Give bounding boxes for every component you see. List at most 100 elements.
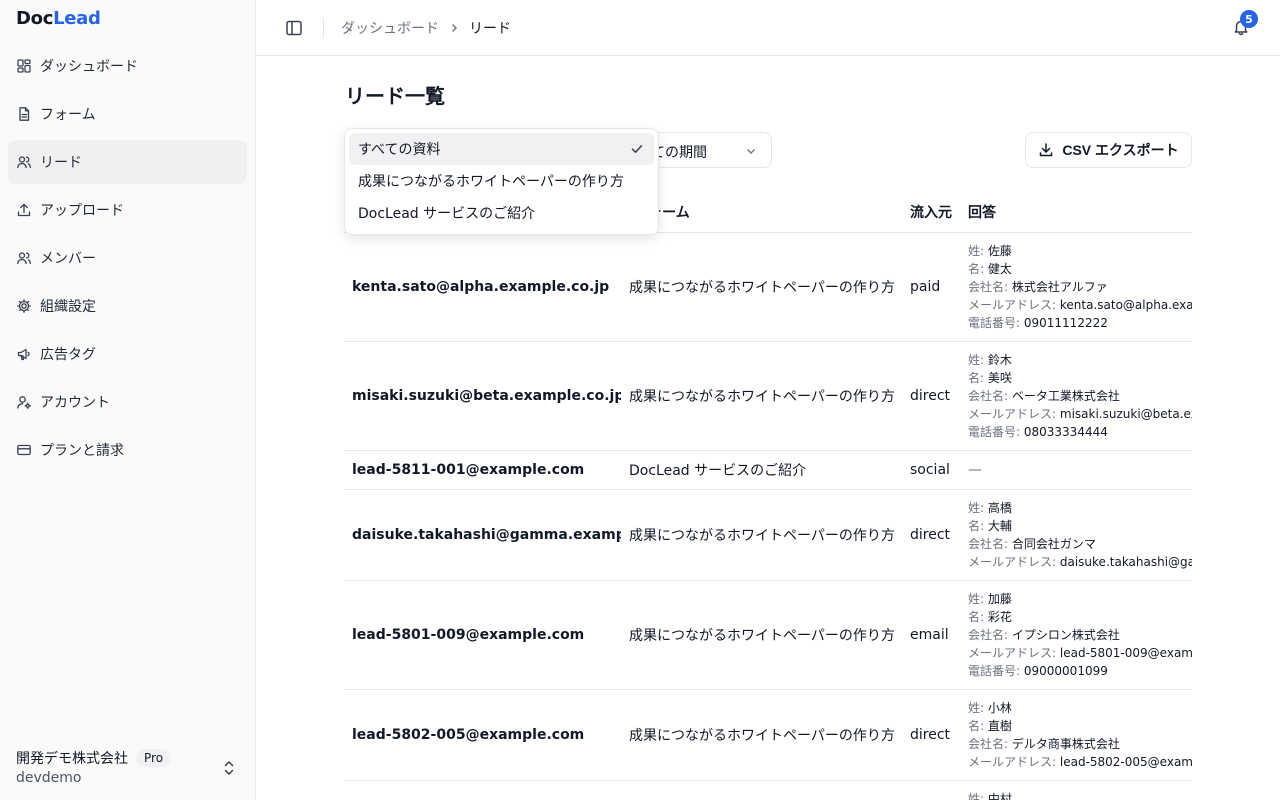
table-row[interactable]: lead-5802-005@example.com 成果につながるホワイトペーパー… [344, 689, 1192, 781]
lead-email: lead-5801-001@example.com [344, 780, 621, 800]
answer-key: 名: [968, 370, 985, 385]
sidebar-item-3[interactable]: アップロード [8, 188, 247, 232]
sidebar-item-8[interactable]: プランと請求 [8, 428, 247, 472]
lead-answers: 姓: 中村名: 結衣 [960, 780, 1192, 800]
breadcrumb: ダッシュボード リード [341, 18, 511, 38]
answer-line: 姓: 高橋 [968, 499, 1192, 517]
answer-value: misaki.suzuki@beta.example.co.jp [1059, 406, 1192, 421]
answer-key: 姓: [968, 243, 985, 258]
lead-source: email [902, 580, 960, 690]
answer-value: ベータ工業株式会社 [1011, 388, 1120, 403]
sidebar-item-5[interactable]: 組織設定 [8, 284, 247, 328]
col-header-document[interactable]: /フォーム [621, 192, 902, 233]
org-name: 開発デモ株式会社 [16, 751, 128, 767]
answer-value: 小林 [987, 700, 1012, 715]
answer-line: 会社名: 合同会社ガンマ [968, 535, 1192, 553]
lead-source: paid [902, 232, 960, 342]
chevrons-up-down-icon[interactable] [222, 760, 236, 776]
answer-line: 電話番号: 08033334444 [968, 423, 1192, 441]
answer-key: 名: [968, 609, 985, 624]
dashboard-icon [17, 59, 31, 73]
answer-value: lead-5802-005@example.com [1059, 754, 1192, 769]
period-filter-value: ての期間 [651, 145, 707, 161]
answer-key: 電話番号: [968, 663, 1021, 678]
answer-value: 大輔 [987, 518, 1012, 533]
empty-answer: — [968, 461, 982, 478]
answer-line: メールアドレス: misaki.suzuki@beta.example.co.j… [968, 405, 1192, 423]
csv-export-button[interactable]: CSV エクスポート [1025, 132, 1192, 168]
sidebar-item-label: アカウント [40, 395, 110, 411]
answer-value: 直樹 [987, 718, 1012, 733]
answer-line: 名: 大輔 [968, 517, 1192, 535]
dropdown-option[interactable]: すべての資料 [349, 133, 654, 165]
answer-line: 名: 健太 [968, 260, 1192, 278]
table-row[interactable]: kenta.sato@alpha.example.co.jp 成果につながるホワイ… [344, 232, 1192, 342]
answer-key: メールアドレス: [968, 645, 1057, 660]
gear-icon [17, 299, 31, 313]
answer-key: 姓: [968, 700, 985, 715]
lead-email: misaki.suzuki@beta.example.co.jp [344, 341, 621, 451]
sidebar-item-4[interactable]: メンバー [8, 236, 247, 280]
sidebar-toggle-icon[interactable] [284, 18, 304, 38]
answer-line: メールアドレス: kenta.sato@alpha.example.co.jp [968, 296, 1192, 314]
answer-key: 名: [968, 718, 985, 733]
lead-email: lead-5801-009@example.com [344, 580, 621, 690]
answer-line: 会社名: 株式会社アルファ [968, 278, 1192, 296]
logo-doc: Doc [16, 8, 54, 29]
lead-email: daisuke.takahashi@gamma.example.jp [344, 489, 621, 581]
sidebar-item-1[interactable]: フォーム [8, 92, 247, 136]
form-icon [19, 107, 30, 121]
table-row[interactable]: lead-5801-001@example.com成果につながるホワイトペーパー… [344, 780, 1192, 800]
answer-value: 09011112222 [1023, 315, 1108, 330]
col-header-answers[interactable]: 回答 [960, 192, 1192, 233]
lead-answers: 姓: 小林 名: 直樹 会社名: デルタ商事株式会社 メールアドレス: lead-58… [960, 689, 1192, 781]
sidebar-item-2[interactable]: リード [8, 140, 247, 184]
document-filter-dropdown: すべての資料 成果につながるホワイトペーパーの作り方 DocLead サービスのご紹… [344, 128, 659, 235]
lead-email: lead-5802-005@example.com [344, 689, 621, 781]
answer-key: 電話番号: [968, 424, 1021, 439]
table-row[interactable]: lead-5801-009@example.com 成果につながるホワイトペーパー… [344, 580, 1192, 690]
sidebar-item-6[interactable]: 広告タグ [8, 332, 247, 376]
answer-key: 姓: [968, 352, 985, 367]
answer-value: 08033334444 [1023, 424, 1108, 439]
answer-value: 高橋 [987, 500, 1012, 515]
answer-key: 名: [968, 261, 985, 276]
answer-key: 会社名: [968, 736, 1009, 751]
members-icon [17, 252, 31, 265]
megaphone-icon [17, 348, 30, 361]
lead-answers: 姓: 佐藤 名: 健太 会社名: 株式会社アルファ メールアドレス: kenta.sa… [960, 232, 1192, 342]
dropdown-option-label: DocLead サービスのご紹介 [358, 206, 536, 222]
org-switcher[interactable]: 開発デモ株式会社 Pro devdemo [16, 748, 242, 786]
answer-key: 電話番号: [968, 315, 1021, 330]
sidebar-item-7[interactable]: アカウント [8, 380, 247, 424]
answer-value: デルタ商事株式会社 [1011, 736, 1120, 751]
lead-answers: 姓: 鈴木 名: 美咲 会社名: ベータ工業株式会社 メールアドレス: misaki.… [960, 341, 1192, 451]
lead-document: 成果につながるホワイトペーパーの作り方 [621, 580, 902, 690]
dropdown-option[interactable]: 成果につながるホワイトペーパーの作り方 [349, 165, 654, 197]
answer-key: 名: [968, 518, 985, 533]
dropdown-option[interactable]: DocLead サービスのご紹介 [349, 197, 654, 229]
sidebar-item-label: アップロード [40, 203, 124, 219]
answer-value: イプシロン株式会社 [1011, 627, 1120, 642]
sidebar-item-label: 広告タグ [40, 347, 96, 363]
table-row[interactable]: daisuke.takahashi@gamma.example.jp成果につなが… [344, 489, 1192, 581]
leads-table: /フォーム 流入元 回答 kenta.sato@alpha.example.co… [344, 192, 1192, 800]
answer-key: 姓: [968, 791, 985, 800]
answer-line: 姓: 加藤 [968, 590, 1192, 608]
lead-document: 成果につながるホワイトペーパーの作り方 [621, 780, 902, 800]
lead-document: 成果につながるホワイトペーパーの作り方 [621, 489, 902, 581]
lead-source: social [902, 780, 960, 800]
breadcrumb-dashboard[interactable]: ダッシュボード [341, 18, 439, 38]
lead-answers: 姓: 加藤 名: 彩花 会社名: イプシロン株式会社 メールアドレス: lead-58… [960, 580, 1192, 690]
answer-value: 鈴木 [987, 352, 1012, 367]
org-slug: devdemo [16, 770, 82, 786]
answer-line: 姓: 佐藤 [968, 242, 1192, 260]
sidebar-item-0[interactable]: ダッシュボード [8, 44, 247, 88]
answer-value: 彩花 [987, 609, 1012, 624]
table-row[interactable]: misaki.suzuki@beta.example.co.jp 成果につながるホ… [344, 341, 1192, 451]
app-logo[interactable]: DocLead [16, 8, 101, 29]
leads-table-container[interactable]: /フォーム 流入元 回答 kenta.sato@alpha.example.co… [344, 192, 1192, 800]
table-row[interactable]: lead-5811-001@example.com DocLead サービスのご紹… [344, 450, 1192, 490]
col-header-source[interactable]: 流入元 [902, 192, 960, 233]
answer-line: 会社名: イプシロン株式会社 [968, 626, 1192, 644]
